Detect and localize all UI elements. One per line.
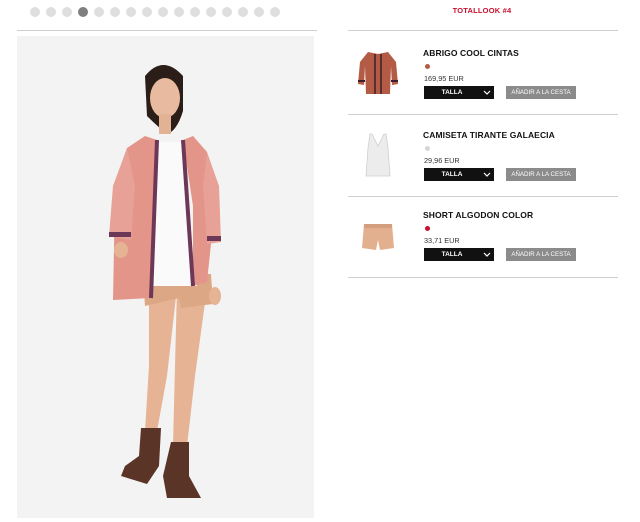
look-photo: [17, 36, 314, 518]
chevron-down-icon: [480, 86, 494, 99]
product-thumbnail[interactable]: [356, 130, 400, 180]
size-select-label: TALLA: [441, 89, 463, 96]
product-name[interactable]: CAMISETA TIRANTE GALAECIA: [423, 130, 555, 140]
carousel-dot[interactable]: [30, 7, 40, 17]
product-item: ABRIGO COOL CINTAS 169,95 EUR TALLA AÑAD…: [348, 34, 618, 114]
add-to-cart-button[interactable]: AÑADIR A LA CESTA: [506, 168, 576, 181]
carousel-dot[interactable]: [110, 7, 120, 17]
color-swatch[interactable]: [425, 146, 430, 151]
add-to-cart-button[interactable]: AÑADIR A LA CESTA: [506, 248, 576, 261]
product-name[interactable]: ABRIGO COOL CINTAS: [423, 48, 519, 58]
carousel-dots: [30, 7, 280, 19]
carousel-dot[interactable]: [206, 7, 216, 17]
carousel-dot[interactable]: [238, 7, 248, 17]
size-select[interactable]: TALLA: [424, 248, 494, 261]
product-price: 29,96 EUR: [424, 156, 460, 165]
chevron-down-icon: [480, 248, 494, 261]
model-illustration: [17, 36, 314, 518]
size-select[interactable]: TALLA: [424, 86, 494, 99]
carousel-dot[interactable]: [222, 7, 232, 17]
carousel-dot[interactable]: [62, 7, 72, 17]
size-select[interactable]: TALLA: [424, 168, 494, 181]
carousel-dot[interactable]: [174, 7, 184, 17]
divider: [17, 30, 317, 31]
carousel-dot[interactable]: [78, 7, 88, 17]
chevron-down-icon: [480, 168, 494, 181]
product-price: 33,71 EUR: [424, 236, 460, 245]
product-price: 169,95 EUR: [424, 74, 464, 83]
color-swatch[interactable]: [425, 64, 430, 69]
carousel-dot[interactable]: [126, 7, 136, 17]
look-title: TOTALLOOK #4: [452, 6, 512, 15]
divider: [348, 277, 618, 278]
product-thumbnail[interactable]: [356, 210, 400, 260]
divider: [348, 114, 618, 115]
carousel-dot[interactable]: [94, 7, 104, 17]
carousel-dot[interactable]: [142, 7, 152, 17]
add-to-cart-button[interactable]: AÑADIR A LA CESTA: [506, 86, 576, 99]
carousel-dot[interactable]: [254, 7, 264, 17]
product-name[interactable]: SHORT ALGODON COLOR: [423, 210, 533, 220]
product-thumbnail[interactable]: [356, 48, 400, 98]
size-select-label: TALLA: [441, 171, 463, 178]
product-item: CAMISETA TIRANTE GALAECIA 29,96 EUR TALL…: [348, 116, 618, 196]
divider: [348, 30, 618, 31]
color-swatch[interactable]: [425, 226, 430, 231]
carousel-dot[interactable]: [190, 7, 200, 17]
carousel-dot[interactable]: [270, 7, 280, 17]
product-item: SHORT ALGODON COLOR 33,71 EUR TALLA AÑAD…: [348, 196, 618, 276]
carousel-dot[interactable]: [158, 7, 168, 17]
size-select-label: TALLA: [441, 251, 463, 258]
carousel-dot[interactable]: [46, 7, 56, 17]
